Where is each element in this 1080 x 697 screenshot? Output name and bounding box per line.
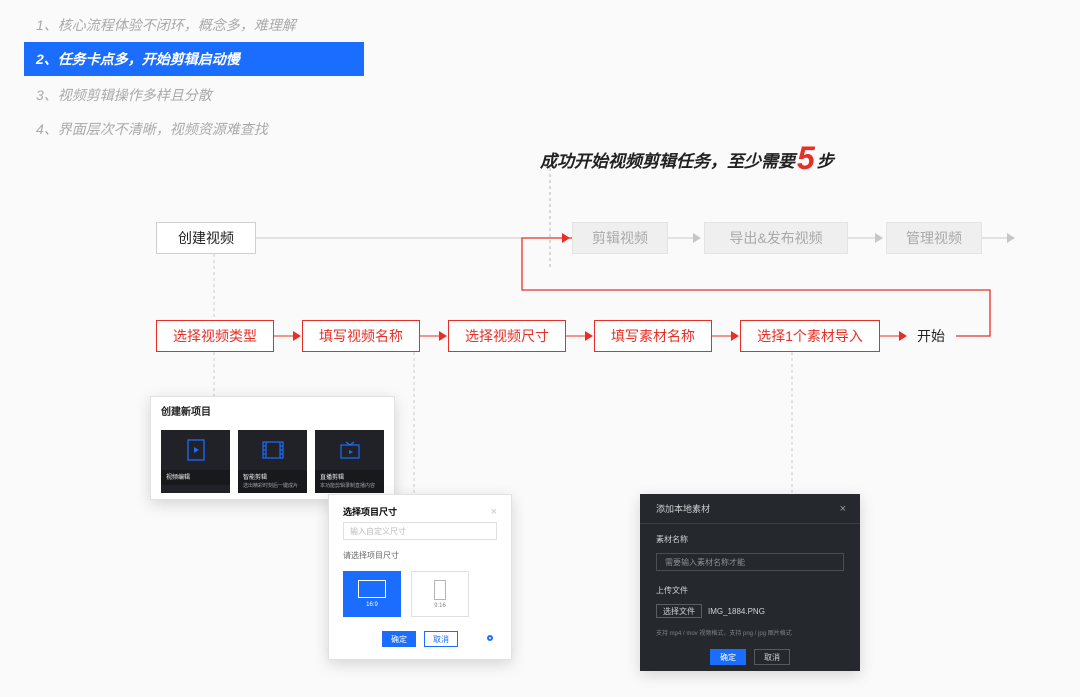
nav-item-1[interactable]: 1、核心流程体验不闭环，概念多，难理解	[24, 8, 364, 42]
headline-count: 5	[797, 140, 815, 177]
headline-suffix: 步	[817, 152, 834, 171]
step-2-fill-name: 填写视频名称	[302, 320, 420, 352]
tile-3-label: 直播剪辑	[320, 475, 344, 481]
issues-nav: 1、核心流程体验不闭环，概念多，难理解 2、任务卡点多，开始剪辑启动慢 3、视频…	[24, 8, 364, 146]
nav-item-2-active[interactable]: 2、任务卡点多，开始剪辑启动慢	[24, 42, 364, 76]
panel-create-title: 创建新项目	[151, 397, 394, 424]
material-ok-button[interactable]: 确定	[710, 649, 746, 665]
tile-row: 视频编辑 智能剪辑选出精彩时刻后一键成片 直播剪辑本功能剪辑录制直播内容	[151, 424, 394, 499]
format-helper: 支持 mp4 / mov 视频格式，支持 png / jpg 图片格式	[656, 628, 844, 637]
upload-label: 上传文件	[640, 581, 860, 600]
panel-add-material: 添加本地素材 × 素材名称 需要输入素材名称才能 上传文件 选择文件 IMG_1…	[640, 494, 860, 671]
selected-filename: IMG_1884.PNG	[708, 607, 765, 616]
arrow-step-5-start	[899, 331, 907, 341]
headline: 成功开始视频剪辑任务，至少需要5步	[540, 138, 834, 175]
material-cancel-button[interactable]: 取消	[754, 649, 790, 665]
arrow-step-3-4	[585, 331, 593, 341]
step-3-choose-size: 选择视频尺寸	[448, 320, 566, 352]
node-manage-video: 管理视频	[886, 222, 982, 254]
node-create-video: 创建视频	[156, 222, 256, 254]
close-icon[interactable]: ×	[840, 503, 846, 515]
choose-file-button[interactable]: 选择文件	[656, 604, 702, 618]
arrow-step-1-2	[293, 331, 301, 341]
node-start: 开始	[906, 320, 956, 352]
phone-icon	[434, 580, 446, 600]
arrow-into-edit	[562, 233, 570, 243]
arrow-to-export	[693, 233, 701, 243]
material-title: 添加本地素材	[656, 502, 710, 515]
arrow-to-manage	[875, 233, 883, 243]
tile-video-edit[interactable]: 视频编辑	[161, 430, 230, 493]
node-edit-video: 剪辑视频	[572, 222, 668, 254]
size-16-9[interactable]: 16:9	[343, 571, 401, 617]
size-9-16[interactable]: 9:16	[411, 571, 469, 617]
size-hint: 请选择项目尺寸	[343, 550, 497, 561]
monitor-icon	[358, 580, 386, 598]
tile-3-sub: 本功能剪辑录制直播内容	[320, 482, 379, 490]
node-export-publish: 导出&发布视频	[704, 222, 848, 254]
panel-create-project: 创建新项目 视频编辑 智能剪辑选出精彩时刻后一键成片 直播剪辑本功能剪辑录制直播…	[150, 396, 395, 500]
tile-1-label: 视频编辑	[166, 475, 190, 481]
size-9-16-label: 9:16	[434, 603, 446, 609]
play-file-icon	[161, 430, 230, 470]
size-input[interactable]: 输入自定义尺寸	[343, 522, 497, 540]
size-ok-button[interactable]: 确定	[382, 631, 416, 647]
filmstrip-icon	[238, 430, 307, 470]
arrow-step-2-3	[439, 331, 447, 341]
nav-item-4[interactable]: 4、界面层次不清晰，视频资源难查找	[24, 112, 364, 146]
arrow-step-4-5	[731, 331, 739, 341]
panel-choose-size: 选择项目尺寸 × 输入自定义尺寸 请选择项目尺寸 16:9 9:16 确定 取消	[328, 494, 512, 660]
tile-2-sub: 选出精彩时刻后一键成片	[243, 482, 302, 490]
material-name-label: 素材名称	[640, 530, 860, 549]
step-4-fill-material-name: 填写素材名称	[594, 320, 712, 352]
size-cancel-button[interactable]: 取消	[424, 631, 458, 647]
material-name-input[interactable]: 需要输入素材名称才能	[656, 553, 844, 571]
tile-2-label: 智能剪辑	[243, 475, 267, 481]
step-1-choose-type: 选择视频类型	[156, 320, 274, 352]
custom-size-add-icon[interactable]	[487, 635, 493, 641]
close-icon[interactable]: ×	[491, 506, 497, 518]
tile-smart-cut[interactable]: 智能剪辑选出精彩时刻后一键成片	[238, 430, 307, 493]
tile-live-cut[interactable]: 直播剪辑本功能剪辑录制直播内容	[315, 430, 384, 493]
size-title: 选择项目尺寸	[343, 505, 397, 518]
nav-item-3[interactable]: 3、视频剪辑操作多样且分散	[24, 78, 364, 112]
step-5-choose-material: 选择1个素材导入	[740, 320, 880, 352]
tv-play-icon	[315, 430, 384, 470]
headline-prefix: 成功开始视频剪辑任务，至少需要	[540, 152, 795, 171]
arrow-after-manage	[1007, 233, 1015, 243]
size-16-9-label: 16:9	[366, 602, 378, 608]
